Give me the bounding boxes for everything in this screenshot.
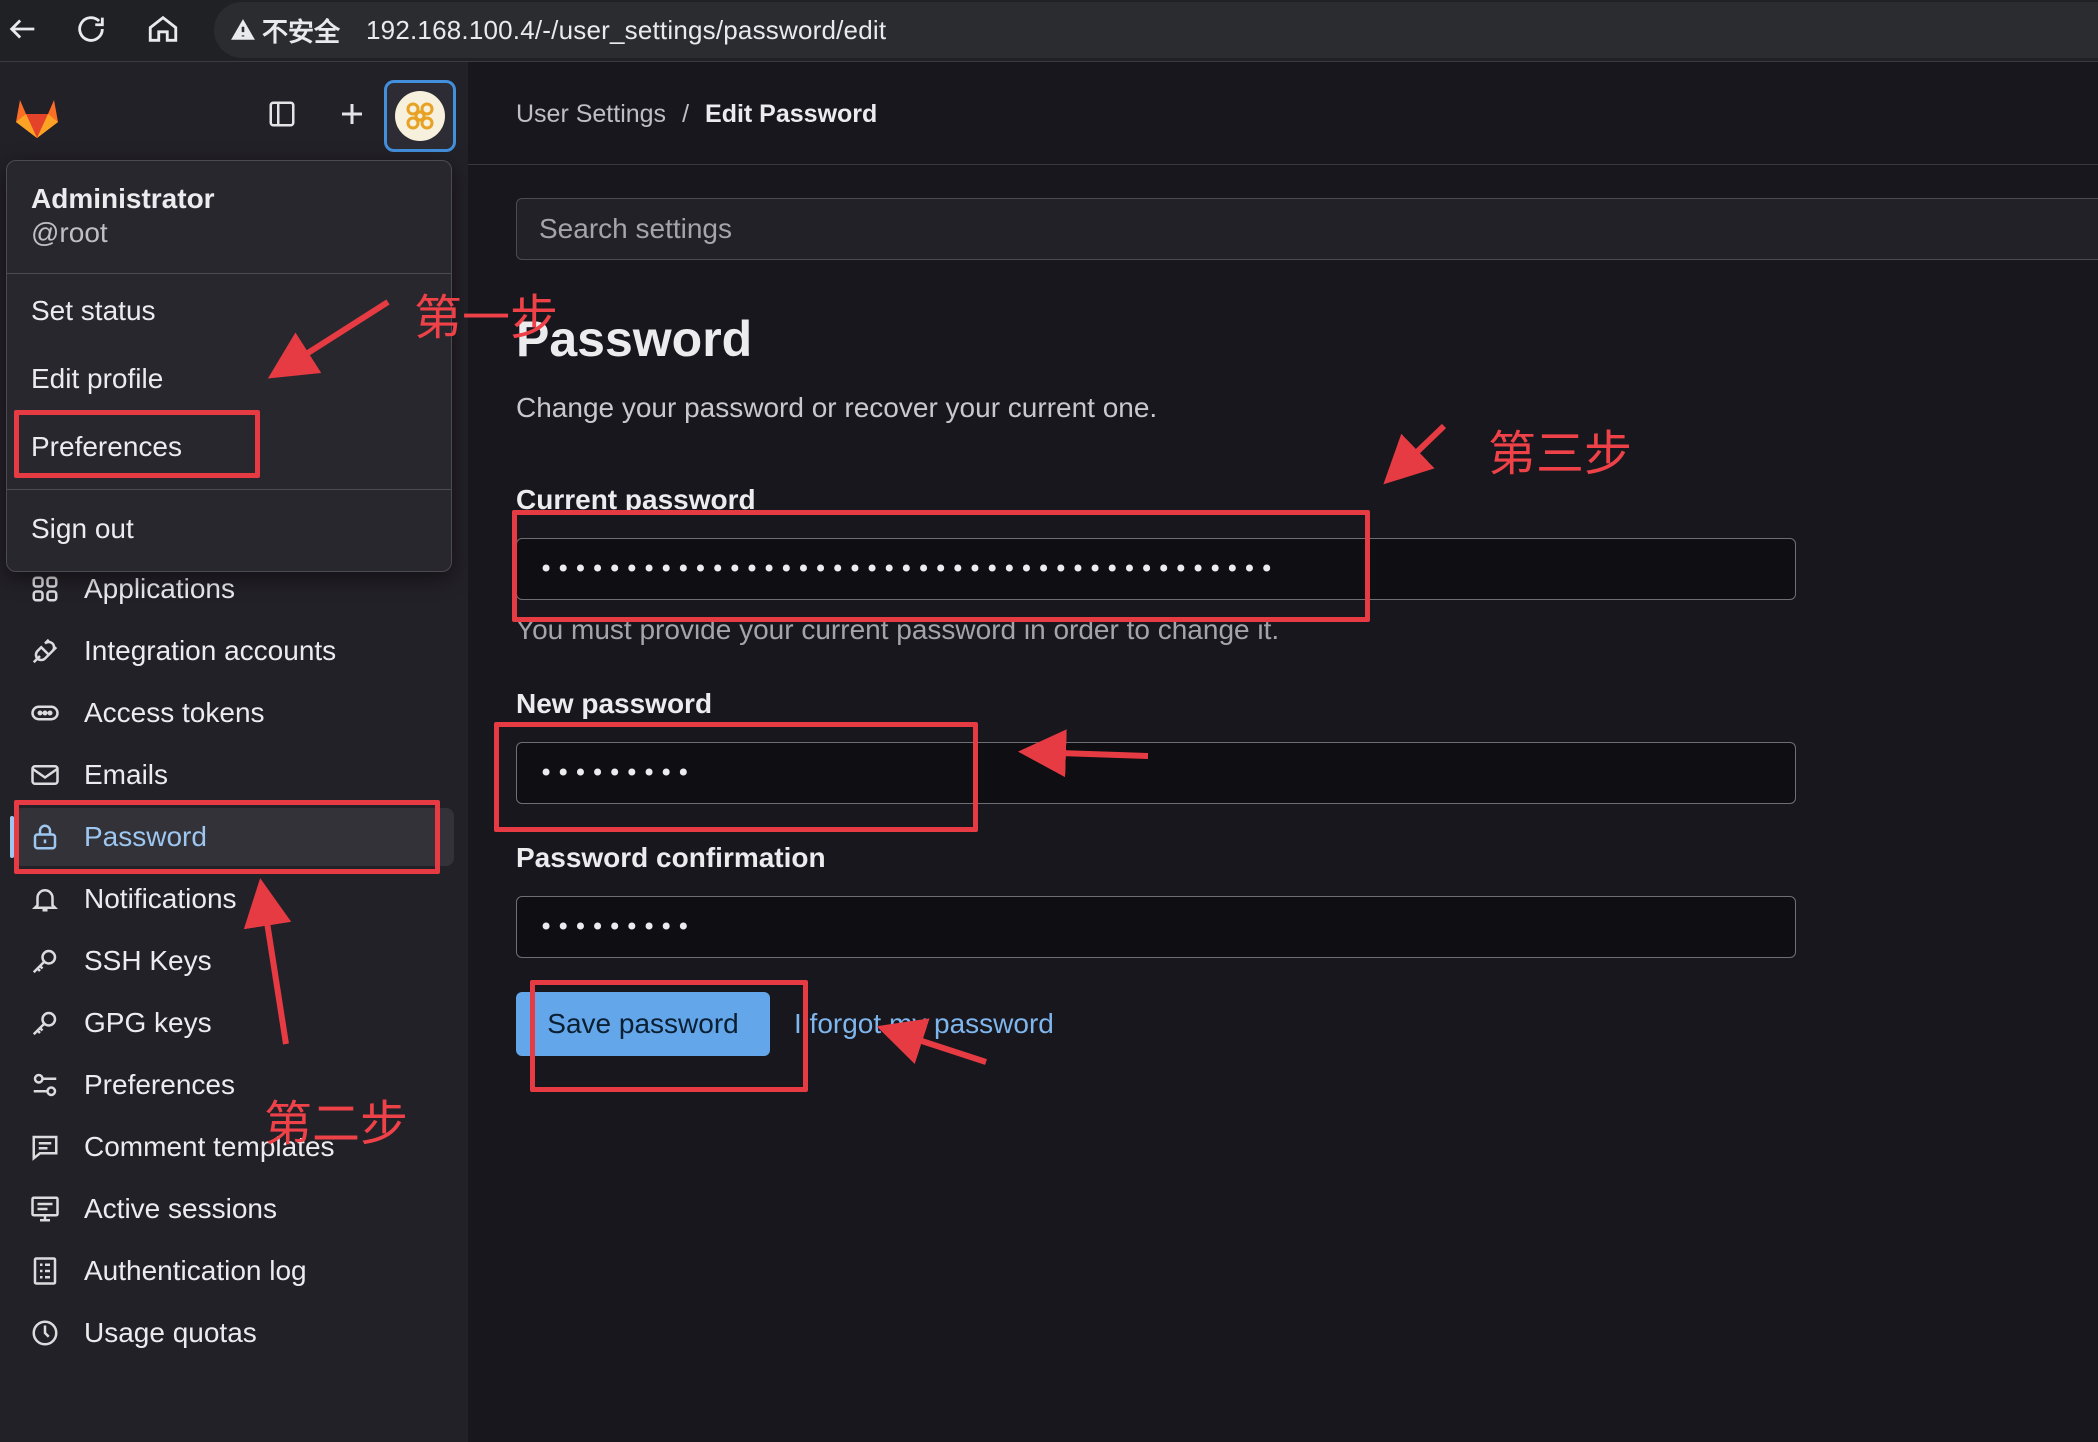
annotation-box-preferences (14, 410, 260, 478)
sidebar-item-gpg-keys[interactable]: GPG keys (14, 994, 454, 1052)
home-icon (148, 15, 178, 42)
comment-icon (28, 1130, 62, 1164)
plug-icon (28, 634, 62, 668)
identicon-icon (400, 96, 440, 136)
quota-icon (28, 1316, 62, 1350)
preferences-icon (28, 1068, 62, 1102)
user-display-name: Administrator (31, 183, 215, 214)
breadcrumb-user-settings[interactable]: User Settings (516, 100, 666, 129)
password-confirmation-label: Password confirmation (516, 842, 826, 873)
sidebar-item-label: Notifications (84, 883, 237, 914)
sidebar-item-label: SSH Keys (84, 945, 212, 976)
log-icon (28, 1254, 62, 1288)
sidebar-item-label: Usage quotas (84, 1317, 257, 1348)
mail-icon (28, 758, 62, 792)
sidebar-header (0, 62, 468, 172)
divider (7, 273, 451, 274)
token-icon (28, 696, 62, 730)
breadcrumb-current: Edit Password (705, 100, 878, 128)
sidebar-item-usage-quotas[interactable]: Usage quotas (14, 1304, 454, 1362)
user-avatar-button[interactable] (384, 80, 456, 152)
monitor-icon (28, 1192, 62, 1226)
sidebar-item-emails[interactable]: Emails (14, 746, 454, 804)
plus-icon (342, 104, 362, 124)
back-button[interactable] (0, 6, 46, 52)
security-warning-text: 不安全 (262, 16, 341, 47)
annotation-box-password-nav (14, 800, 440, 874)
user-menu-dropdown: Administrator @root Set status Edit prof… (6, 160, 452, 572)
bell-icon (28, 882, 62, 916)
page-description: Change your password or recover your cur… (516, 392, 1158, 423)
url-text: 192.168.100.4/-/user_settings/password/e… (366, 14, 887, 45)
arrow-left-icon (9, 19, 35, 39)
home-button[interactable] (140, 6, 186, 52)
annotation-step2-label: 第二步 (264, 1096, 409, 1152)
password-confirmation-field[interactable]: ••••••••• (516, 896, 1796, 958)
sidebar-item-label: Active sessions (84, 1193, 277, 1224)
breadcrumb: User Settings / Edit Password (516, 100, 877, 129)
annotation-step1-label: 第一步 (414, 290, 559, 346)
key-icon (28, 944, 62, 978)
divider (7, 489, 451, 490)
gitlab-logo-icon[interactable] (10, 90, 64, 144)
sidebar-item-active-sessions[interactable]: Active sessions (14, 1180, 454, 1238)
applications-icon (28, 572, 62, 606)
address-bar[interactable]: 不安全 192.168.100.4/-/user_settings/passwo… (214, 2, 2098, 58)
sidebar-item-label: Preferences (84, 1069, 235, 1100)
security-warning[interactable]: 不安全 (230, 12, 340, 49)
sidebar-item-integration-accounts[interactable]: Integration accounts (14, 622, 454, 680)
sidebar-item-authentication-log[interactable]: Authentication log (14, 1242, 454, 1300)
sidebar-item-label: GPG keys (84, 1007, 212, 1038)
annotation-box-new-password (494, 722, 978, 832)
warning-icon (231, 19, 255, 40)
breadcrumb-separator: / (682, 100, 690, 128)
sidebar-item-label: Emails (84, 759, 169, 790)
sidebar-item-label: Applications (84, 573, 235, 604)
set-status-item[interactable]: Set status (31, 295, 156, 327)
annotation-box-current-password (512, 510, 1370, 622)
sidebar-item-label: Integration accounts (84, 635, 337, 666)
annotation-box-save-button (530, 980, 808, 1092)
avatar (395, 91, 445, 141)
sidebar-item-label: Access tokens (84, 697, 265, 728)
user-username: @root (31, 217, 108, 248)
reload-button[interactable] (68, 6, 114, 52)
sign-out-item[interactable]: Sign out (31, 513, 134, 545)
create-new-button[interactable] (330, 92, 374, 136)
toggle-sidebar-button[interactable] (260, 92, 304, 136)
sidebar-item-label: Authentication log (84, 1255, 307, 1286)
search-settings-input[interactable]: Search settings (516, 198, 2098, 260)
browser-toolbar: 不安全 192.168.100.4/-/user_settings/passwo… (0, 0, 2098, 62)
key-icon (28, 1006, 62, 1040)
sidebar-item-access-tokens[interactable]: Access tokens (14, 684, 454, 742)
sidebar-panel-icon (269, 101, 295, 127)
sidebar-item-ssh-keys[interactable]: SSH Keys (14, 932, 454, 990)
forgot-password-link[interactable]: I forgot my password (794, 1008, 1054, 1040)
new-password-label: New password (516, 688, 713, 719)
edit-profile-item[interactable]: Edit profile (31, 363, 163, 395)
annotation-step3-label: 第三步 (1488, 426, 1633, 482)
sidebar-item-notifications[interactable]: Notifications (14, 870, 454, 928)
reload-icon (78, 16, 104, 42)
header-divider (468, 164, 2098, 165)
